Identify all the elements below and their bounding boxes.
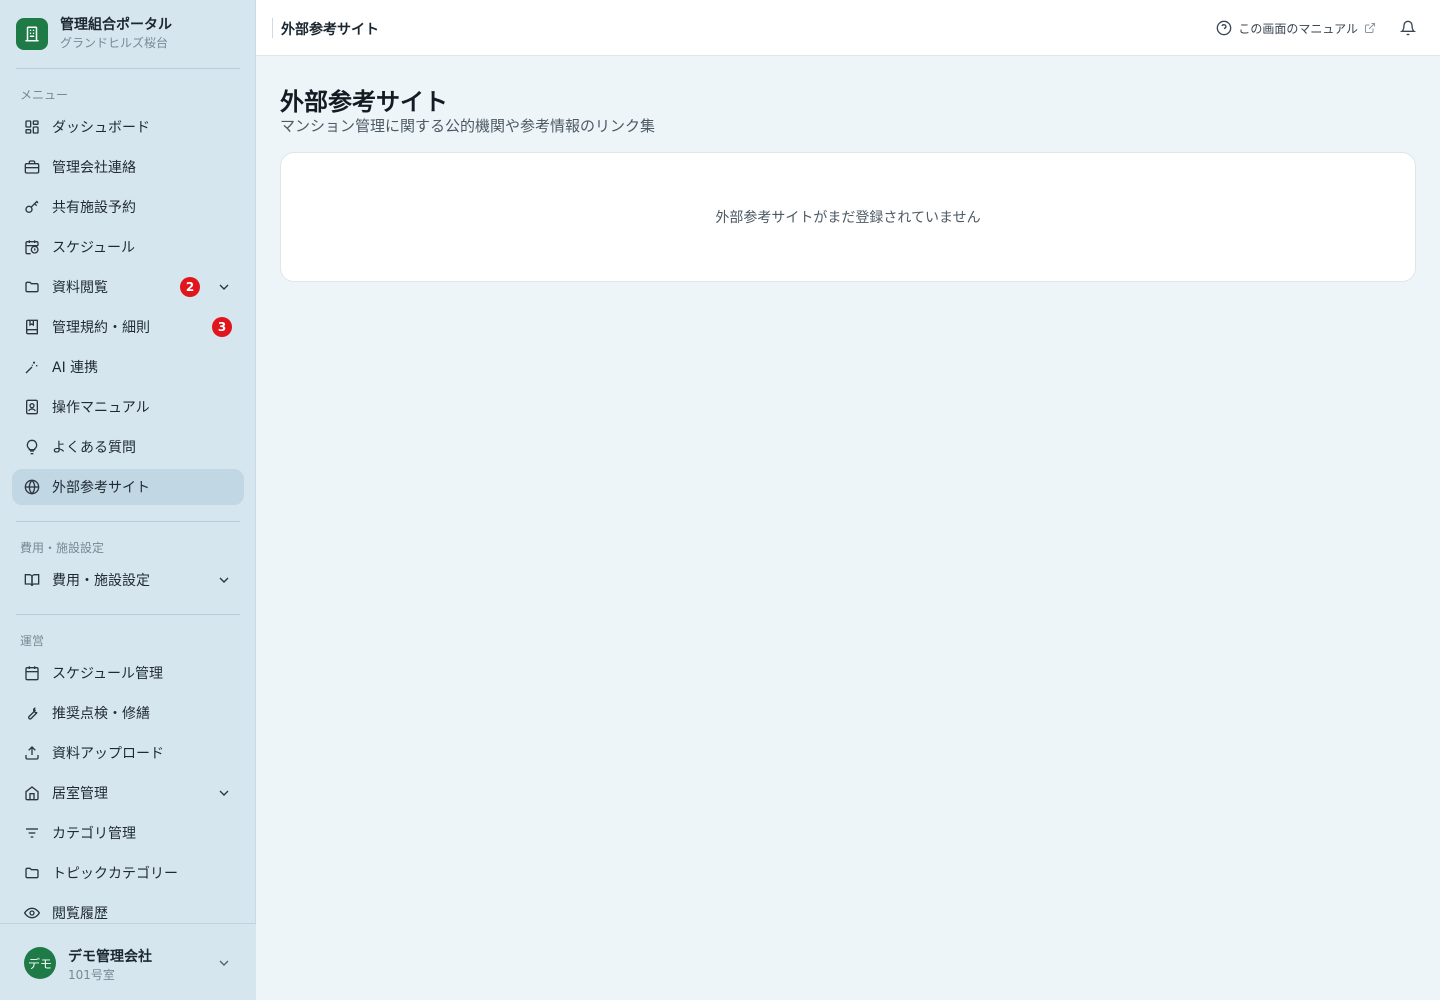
sidebar-item-label: よくある質問 bbox=[52, 440, 136, 456]
brand-subtitle: グランドヒルズ桜台 bbox=[60, 36, 169, 51]
sidebar-item-operation-manual[interactable]: 操作マニュアル bbox=[12, 389, 244, 425]
section-label-settings: 費用・施設設定 bbox=[20, 541, 105, 555]
sidebar-item-schedule-management[interactable]: スケジュール管理 bbox=[12, 655, 244, 691]
bell-icon[interactable] bbox=[1400, 20, 1416, 36]
user-menu[interactable]: デモ デモ管理会社 101号室 bbox=[0, 923, 256, 1000]
book-bookmark-icon bbox=[24, 319, 40, 335]
sidebar-item-label: 資料閲覧 bbox=[52, 280, 108, 296]
globe-icon bbox=[24, 479, 40, 495]
sidebar-item-external-sites[interactable]: 外部参考サイト bbox=[12, 469, 244, 505]
empty-state-message: 外部参考サイトがまだ登録されていません bbox=[715, 210, 981, 226]
sidebar-item-category-management[interactable]: カテゴリ管理 bbox=[12, 815, 244, 851]
header-title: 外部参考サイト bbox=[281, 22, 379, 38]
sidebar-item-inspection-repair[interactable]: 推奨点検・修繕 bbox=[12, 695, 244, 731]
folder-icon bbox=[24, 279, 40, 295]
sidebar-item-facility-booking[interactable]: 共有施設予約 bbox=[12, 189, 244, 225]
sparkles-wand-icon bbox=[24, 359, 40, 375]
divider bbox=[16, 614, 240, 615]
chevron-down-icon[interactable] bbox=[216, 785, 232, 801]
empty-state-card: 外部参考サイトがまだ登録されていません bbox=[280, 152, 1416, 282]
sidebar-item-faq[interactable]: よくある質問 bbox=[12, 429, 244, 465]
sidebar-item-document-upload[interactable]: 資料アップロード bbox=[12, 735, 244, 771]
sidebar-item-ai[interactable]: AI 連携 bbox=[12, 349, 244, 385]
eye-icon bbox=[24, 905, 40, 921]
sidebar-item-label: 共有施設予約 bbox=[52, 200, 136, 216]
section-label-operations: 運営 bbox=[20, 634, 45, 648]
sidebar-item-room-management[interactable]: 居室管理 bbox=[12, 775, 244, 811]
screen-manual-label: この画面のマニュアル bbox=[1238, 21, 1358, 36]
lightbulb-icon bbox=[24, 439, 40, 455]
divider bbox=[16, 68, 240, 69]
user-name: デモ管理会社 bbox=[68, 949, 152, 965]
dashboard-grid-icon bbox=[24, 119, 40, 135]
sidebar-item-label: トピックカテゴリー bbox=[52, 866, 178, 882]
sidebar-item-label: 費用・施設設定 bbox=[52, 573, 150, 589]
sidebar-item-label: AI 連携 bbox=[52, 360, 99, 376]
chevron-down-icon[interactable] bbox=[216, 955, 232, 971]
sidebar-item-fee-facility-settings[interactable]: 費用・施設設定 bbox=[12, 562, 244, 598]
sidebar-item-label: スケジュール bbox=[52, 240, 136, 256]
key-icon bbox=[24, 199, 40, 215]
sidebar-item-documents[interactable]: 資料閲覧 2 bbox=[12, 269, 244, 305]
unread-count-badge: 3 bbox=[212, 317, 232, 337]
top-header: 外部参考サイト この画面のマニュアル bbox=[256, 0, 1440, 56]
sidebar-item-label: カテゴリ管理 bbox=[52, 826, 136, 842]
sidebar-item-label: 管理規約・細則 bbox=[52, 320, 150, 336]
avatar: デモ bbox=[24, 947, 56, 979]
unread-count-badge: 2 bbox=[180, 277, 200, 297]
user-room: 101号室 bbox=[68, 968, 115, 982]
upload-icon bbox=[24, 745, 40, 761]
screen-manual-link[interactable]: この画面のマニュアル bbox=[1216, 18, 1376, 38]
brand-title: 管理組合ポータル bbox=[60, 17, 172, 34]
open-book-icon bbox=[24, 572, 40, 588]
sidebar-item-label: 操作マニュアル bbox=[52, 400, 150, 416]
chevron-down-icon[interactable] bbox=[216, 572, 232, 588]
calendar-clock-icon bbox=[24, 239, 40, 255]
section-label-menu: メニュー bbox=[20, 88, 69, 102]
sidebar-item-management-contact[interactable]: 管理会社連絡 bbox=[12, 149, 244, 185]
chevron-down-icon[interactable] bbox=[216, 279, 232, 295]
divider bbox=[16, 521, 240, 522]
page-description: マンション管理に関する公的機関や参考情報のリンク集 bbox=[280, 117, 656, 135]
folder-icon bbox=[24, 865, 40, 881]
sidebar-item-topic-category[interactable]: トピックカテゴリー bbox=[12, 855, 244, 891]
page-title: 外部参考サイト bbox=[280, 88, 448, 116]
sidebar-item-label: ダッシュボード bbox=[52, 120, 150, 136]
briefcase-icon bbox=[24, 159, 40, 175]
sidebar-item-view-history[interactable]: 閲覧履歴 bbox=[12, 895, 244, 924]
sidebar-item-dashboard[interactable]: ダッシュボード bbox=[12, 109, 244, 145]
sidebar-item-label: 閲覧履歴 bbox=[52, 906, 108, 922]
sidebar-item-label: 資料アップロード bbox=[52, 746, 164, 762]
calendar-icon bbox=[24, 665, 40, 681]
sidebar-item-label: 管理会社連絡 bbox=[52, 160, 136, 176]
sidebar-item-label: スケジュール管理 bbox=[52, 666, 164, 682]
filter-lines-icon bbox=[24, 825, 40, 841]
help-circle-icon bbox=[1217, 20, 1232, 36]
building-logo-icon bbox=[16, 18, 48, 50]
brand[interactable]: 管理組合ポータル グランドヒルズ桜台 bbox=[16, 16, 240, 52]
sidebar-scroll-area[interactable]: 管理組合ポータル グランドヒルズ桜台 メニュー ダッシュボード 管理会社連絡 共… bbox=[0, 0, 256, 924]
wrench-icon bbox=[24, 705, 40, 721]
sidebar-item-schedule[interactable]: スケジュール bbox=[12, 229, 244, 265]
sidebar: 管理組合ポータル グランドヒルズ桜台 メニュー ダッシュボード 管理会社連絡 共… bbox=[0, 0, 256, 1000]
sidebar-item-label: 外部参考サイト bbox=[52, 480, 150, 496]
external-link-icon bbox=[1365, 23, 1375, 33]
manual-book-icon bbox=[24, 399, 40, 415]
sidebar-item-label: 居室管理 bbox=[52, 786, 108, 802]
sidebar-item-bylaws[interactable]: 管理規約・細則 3 bbox=[12, 309, 244, 345]
header-divider bbox=[272, 18, 273, 38]
home-icon bbox=[24, 785, 40, 801]
sidebar-item-label: 推奨点検・修繕 bbox=[52, 706, 150, 722]
